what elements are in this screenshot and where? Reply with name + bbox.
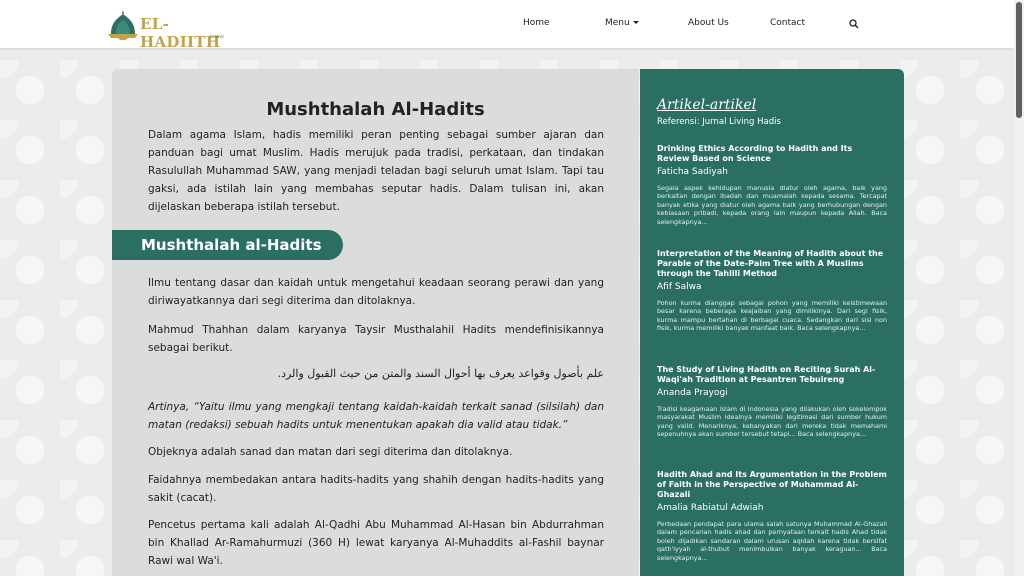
excerpt-text: Perbedaan pendapat para ulama salah satu… [657,520,887,554]
article-excerpt: Tradisi keagamaan Islam di Indonesia yan… [657,405,887,439]
article-author: Ananda Prayogi [657,388,728,398]
translation-paragraph: Artinya, “Yaitu ilmu yang mengkaji tenta… [148,401,604,431]
article-item: Hadith Ahad and Its Argumentation in the… [657,470,887,562]
nav-about-link[interactable]: About Us [688,18,729,28]
article-title-link[interactable]: Hadith Ahad and Its Argumentation in the… [657,470,887,500]
sidebar-reference: Referensi: Jurnal Living Hadis [657,117,781,127]
nav-menu-label: Menu [605,18,630,28]
article-excerpt: Pohon kurma dianggap sebagai pohon yang … [657,299,887,333]
nav-home-link[interactable]: Home [523,18,550,28]
definition-paragraph: Ilmu tentang dasar dan kaidah untuk meng… [148,277,604,307]
article-author: Afif Salwa [657,282,702,292]
arabic-quote: علم بأصول وقواعد يعرف بها أحوال السند وا… [277,367,604,380]
article-item: The Study of Living Hadith on Reciting S… [657,365,887,439]
nav-contact-link[interactable]: Contact [770,18,805,28]
read-more-link[interactable]: Baca selengkapnya... [798,430,866,438]
article-excerpt: Perbedaan pendapat para ulama salah satu… [657,520,887,562]
benefit-paragraph: Faidahnya membedakan antara hadits-hadit… [148,474,604,504]
read-more-link[interactable]: Baca selengkapnya... [797,324,865,332]
thahhan-paragraph: Mahmud Thahhan dalam karyanya Taysir Mus… [148,324,604,354]
brand-tagline: Islamic [210,34,225,39]
top-navbar: EL-HADIITH Islamic Home Menu About Us Co… [0,0,1014,51]
main-nav: Home Menu About Us Contact [0,18,1014,32]
excerpt-text: Segala aspek kehidupan manusia diatur ol… [657,184,887,218]
article-title-link[interactable]: Interpretation of the Meaning of Hadith … [657,249,887,279]
page-scrollbar[interactable] [1014,0,1024,576]
search-icon[interactable] [849,19,859,29]
article-item: Interpretation of the Meaning of Hadith … [657,249,887,333]
section-heading: Mushthalah al-Hadits [112,230,343,260]
object-paragraph: Objeknya adalah sanad dan matan dari seg… [148,446,513,458]
article-title-link[interactable]: Drinking Ethics According to Hadith and … [657,144,887,164]
article-author: Faticha Sadiyah [657,167,728,177]
article-item: Drinking Ethics According to Hadith and … [657,144,887,226]
article-card: Mushthalah Al-Hadits Dalam agama Islam, … [112,69,639,576]
founder-paragraph: Pencetus pertama kali adalah Al-Qadhi Ab… [148,519,604,567]
articles-sidebar: Artikel-artikel Referensi: Jurnal Living… [640,69,904,576]
article-author: Amalia Rabiatul Adwiah [657,503,764,513]
sidebar-title[interactable]: Artikel-artikel [657,97,756,113]
article-title-link[interactable]: The Study of Living Hadith on Reciting S… [657,365,887,385]
scrollbar-thumb[interactable] [1016,2,1022,118]
caret-down-icon [632,21,639,24]
intro-paragraph: Dalam agama Islam, hadis memiliki peran … [148,129,604,213]
page-title: Mushthalah Al-Hadits [266,99,485,120]
nav-menu-dropdown[interactable]: Menu [605,18,639,28]
article-excerpt: Segala aspek kehidupan manusia diatur ol… [657,184,887,226]
